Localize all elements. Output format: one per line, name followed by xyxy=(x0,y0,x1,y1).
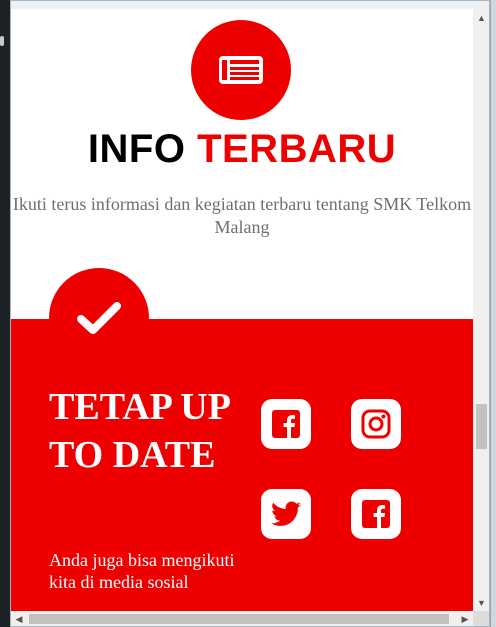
info-description: Ikuti terus informasi dan kegiatan terba… xyxy=(12,194,472,237)
desktop-left-edge xyxy=(0,0,10,627)
instagram-link[interactable] xyxy=(351,399,401,449)
twitter-icon xyxy=(271,501,301,526)
scrollbar-corner xyxy=(473,611,489,626)
horizontal-scrollbar[interactable]: ◀ ▶ xyxy=(11,611,473,626)
twitter-link[interactable] xyxy=(261,489,311,539)
scroll-down-arrow-icon[interactable]: ▼ xyxy=(473,594,489,611)
info-title: INFO TERBARU xyxy=(11,127,473,172)
newspaper-icon xyxy=(219,56,263,84)
info-title-accent: TERBARU xyxy=(197,127,397,171)
facebook-link[interactable] xyxy=(261,399,311,449)
browser-window: INFO TERBARU Ikuti terus informasi dan k… xyxy=(10,0,490,627)
scroll-left-arrow-icon[interactable]: ◀ xyxy=(11,611,27,626)
facebook-icon xyxy=(272,410,300,438)
check-badge xyxy=(49,268,149,368)
panel-text: Anda juga bisa mengikuti kita di media s… xyxy=(49,550,235,592)
panel-title: TETAP UP TO DATE xyxy=(49,386,229,476)
page-viewport[interactable]: INFO TERBARU Ikuti terus informasi dan k… xyxy=(11,9,473,611)
horizontal-scroll-thumb[interactable] xyxy=(29,614,449,624)
news-badge xyxy=(191,20,291,120)
info-title-main: INFO xyxy=(87,127,186,171)
scroll-right-arrow-icon[interactable]: ▶ xyxy=(457,611,473,626)
facebook-link-2[interactable] xyxy=(351,489,401,539)
desktop-right-edge xyxy=(490,0,496,627)
vertical-scroll-thumb[interactable] xyxy=(476,404,487,449)
facebook-icon xyxy=(362,500,390,528)
desktop-edge-marker xyxy=(0,36,4,46)
vertical-scrollbar[interactable]: ▲ ▼ xyxy=(473,9,489,611)
check-icon xyxy=(77,302,121,334)
scroll-up-arrow-icon[interactable]: ▲ xyxy=(473,9,489,26)
instagram-icon xyxy=(361,409,391,439)
